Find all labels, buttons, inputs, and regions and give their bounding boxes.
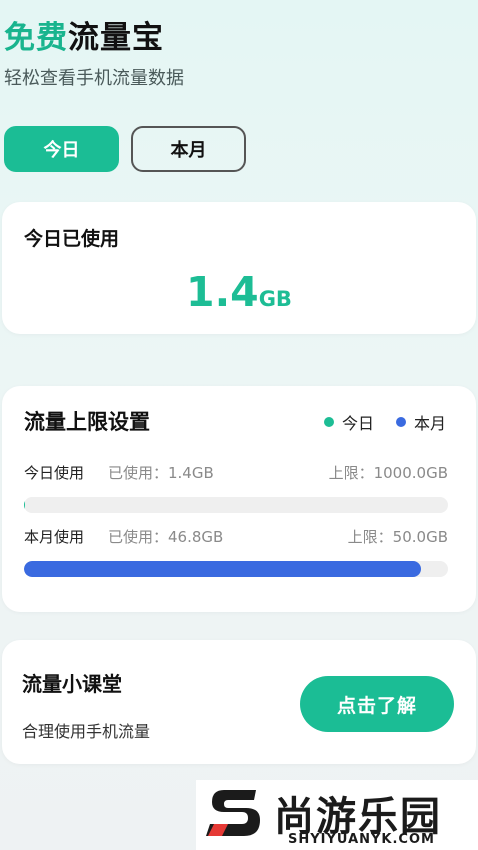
app-title: 免费流量宝 xyxy=(4,12,164,57)
today-usage-label: 今日使用 xyxy=(24,464,85,482)
tab-today[interactable]: 今日 xyxy=(4,126,119,172)
usage-card: 今日已使用 1.4GB xyxy=(2,202,476,334)
course-card: 流量小课堂 合理使用手机流量 点击了解 xyxy=(2,640,476,764)
month-limit-text[interactable]: 上限：50.0GB xyxy=(348,526,448,547)
today-limit-text[interactable]: 上限：1000.0GB xyxy=(329,462,448,483)
month-progress-fill xyxy=(24,561,421,577)
legend-item-today: 今日 xyxy=(323,410,374,434)
legend-dot-month xyxy=(395,417,406,427)
watermark: 尚游乐园 SHYIYUANYK.COM xyxy=(196,780,478,850)
watermark-logo-icon xyxy=(206,790,260,836)
app-title-rest: 流量宝 xyxy=(68,20,164,56)
course-subtitle: 合理使用手机流量 xyxy=(22,722,151,741)
legend-label-today: 今日 xyxy=(341,414,374,433)
month-used-text: 已使用：46.8GB xyxy=(108,528,224,546)
month-progress-bar xyxy=(24,561,448,577)
usage-title: 今日已使用 xyxy=(24,228,120,250)
app-subtitle: 轻松查看手机流量数据 xyxy=(4,68,184,89)
today-progress-bar xyxy=(24,497,448,513)
limit-title: 流量上限设置 xyxy=(24,410,150,434)
course-title: 流量小课堂 xyxy=(22,672,122,696)
today-progress-fill xyxy=(24,497,25,513)
tab-month[interactable]: 本月 xyxy=(131,126,246,172)
legend-dot-today xyxy=(323,417,334,427)
month-usage-row: 本月使用 已使用：46.8GB 上限：50.0GB xyxy=(24,526,448,547)
learn-more-button[interactable]: 点击了解 xyxy=(300,676,454,732)
legend: 今日 本月 xyxy=(323,410,446,434)
today-used-text: 已使用：1.4GB xyxy=(108,464,214,482)
month-usage-label: 本月使用 xyxy=(24,528,85,546)
usage-amount: 1.4GB xyxy=(2,268,476,316)
legend-item-month: 本月 xyxy=(395,410,446,434)
limit-card: 流量上限设置 今日 本月 今日使用 已使用：1.4GB 上限：1000.0GB … xyxy=(2,386,476,612)
usage-value: 1.4 xyxy=(186,268,259,316)
watermark-en: SHYIYUANYK.COM xyxy=(288,832,435,847)
usage-unit: GB xyxy=(258,287,292,311)
app-title-accent: 免费 xyxy=(4,20,68,56)
legend-label-month: 本月 xyxy=(413,414,446,433)
today-usage-row: 今日使用 已使用：1.4GB 上限：1000.0GB xyxy=(24,462,448,483)
